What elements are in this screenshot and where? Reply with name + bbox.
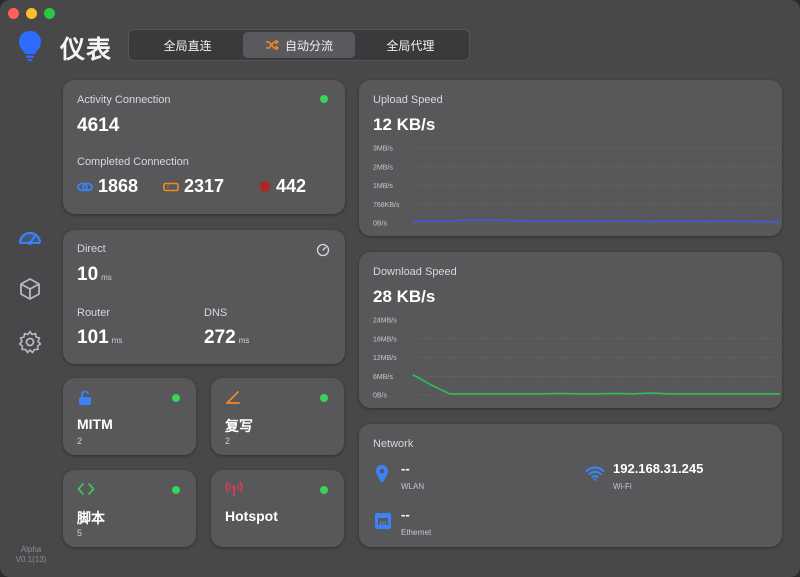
rewrite-status-dot — [320, 394, 328, 402]
wifi-label: Wi-Fi — [613, 482, 632, 491]
direct-value: 10 — [77, 264, 99, 285]
download-series-line — [412, 374, 780, 395]
app-window: Alpha V0.1(13) 仪表 全局直连 自动分流 全局代理 Activit… — [0, 0, 800, 577]
pen-icon — [226, 391, 240, 404]
router-value: 101 — [77, 327, 109, 348]
hotspot-title: Hotspot — [225, 508, 278, 524]
shield-icon — [260, 180, 270, 193]
direct-label: Direct — [77, 243, 106, 255]
upload-card[interactable]: Upload Speed 12 KB/s 3MB/s 2MB/s 1MB/s 768K… — [359, 80, 782, 236]
dns-unit: ms — [238, 336, 250, 345]
mode-direct-button[interactable]: 全局直连 — [132, 32, 243, 58]
dashboard-icon[interactable] — [17, 223, 43, 249]
dns-value: 272 — [204, 327, 236, 348]
wifi-value: 192.168.31.245 — [613, 461, 704, 476]
upload-tick-label: 0B/s — [373, 221, 388, 228]
code-icon — [77, 483, 95, 495]
activity-status-dot — [320, 95, 328, 103]
script-tile[interactable]: 脚本 5 — [63, 470, 196, 547]
mode-direct-label: 全局直连 — [163, 38, 212, 53]
upload-series-line — [413, 219, 781, 223]
wifi-icon — [585, 466, 605, 481]
mitm-tile[interactable]: MITM 2 — [63, 378, 196, 455]
link-icon — [77, 182, 93, 191]
activity-title: Activity Connection — [77, 94, 171, 106]
completed-ticket-stat: 2317 — [163, 176, 224, 197]
rewrite-title: 复写 — [225, 418, 253, 434]
download-tick-label: 24MB/s — [373, 318, 397, 325]
completed-shield-stat: 442 — [259, 176, 306, 197]
rewrite-tile[interactable]: 复写 2 — [211, 378, 344, 455]
completed-shield-value: 442 — [276, 176, 307, 196]
network-card[interactable]: Network -- WLAN 192.168.31.245 Wi-Fi -- … — [359, 424, 782, 547]
app-logo-icon — [19, 31, 41, 61]
download-chart: 24MB/s 18MB/s 12MB/s 6MB/s 0B/s — [373, 318, 780, 400]
direct-value-group: 10 ms — [77, 264, 112, 286]
upload-tick-label: 2MB/s — [373, 164, 393, 171]
hotspot-tile[interactable]: Hotspot — [211, 470, 344, 547]
version-channel: Alpha — [20, 545, 42, 554]
rewrite-count: 2 — [225, 436, 231, 446]
app-version: Alpha V0.1(13) — [0, 545, 62, 565]
page-title: 仪表 — [60, 36, 113, 64]
download-tick-label: 6MB/s — [373, 374, 393, 381]
hotspot-status-dot — [320, 486, 328, 494]
dns-label: DNS — [204, 307, 228, 319]
ethernet-label: Ethernet — [401, 528, 432, 537]
gear-icon[interactable] — [17, 329, 43, 355]
activity-card[interactable]: Activity Connection 4614 Completed Conne… — [63, 80, 345, 214]
mode-rule-label: 自动分流 — [284, 38, 333, 53]
download-tick-label: 12MB/s — [373, 355, 397, 362]
speedometer-icon[interactable] — [316, 243, 330, 257]
mitm-title: MITM — [77, 416, 113, 432]
dns-value-group: 272 ms — [204, 327, 249, 349]
antenna-icon — [225, 481, 243, 496]
upload-chart: 3MB/s 2MB/s 1MB/s 768KB/s 0B/s — [373, 146, 781, 228]
completed-title: Completed Connection — [77, 156, 189, 168]
mode-rule-button[interactable]: 自动分流 — [243, 32, 355, 58]
completed-link-value: 1868 — [98, 176, 139, 196]
location-pin-icon — [376, 465, 388, 483]
mitm-count: 2 — [77, 436, 83, 446]
mode-global-button[interactable]: 全局代理 — [355, 32, 466, 58]
ticket-icon — [163, 182, 179, 191]
box-icon[interactable] — [17, 276, 43, 302]
download-card[interactable]: Download Speed 28 KB/s 24MB/s 18MB/s 12MB/… — [359, 252, 782, 408]
mode-selector: 全局直连 自动分流 全局代理 — [128, 29, 470, 61]
lock-open-icon — [79, 390, 91, 405]
download-tick-label: 18MB/s — [373, 336, 397, 343]
download-tick-label: 0B/s — [373, 393, 388, 400]
activity-value: 4614 — [77, 115, 120, 136]
version-number: V0.1(13) — [15, 555, 47, 564]
script-status-dot — [172, 486, 180, 494]
wlan-value: -- — [401, 461, 410, 476]
router-unit: ms — [111, 336, 123, 345]
direct-unit: ms — [101, 273, 112, 282]
shuffle-icon — [265, 39, 279, 51]
wlan-label: WLAN — [401, 482, 425, 491]
ethernet-icon — [375, 513, 391, 529]
completed-link-stat: 1868 — [77, 176, 138, 197]
mitm-status-dot — [172, 394, 180, 402]
script-count: 5 — [77, 528, 83, 538]
script-title: 脚本 — [77, 510, 105, 526]
network-title: Network — [373, 438, 414, 450]
upload-tick-label: 1MB/s — [373, 183, 393, 190]
latency-card[interactable]: Direct 10 ms Router 101 ms DNS 272 ms — [63, 230, 345, 364]
upload-tick-label: 3MB/s — [373, 146, 393, 153]
upload-tick-label: 768KB/s — [373, 202, 400, 209]
mode-global-label: 全局代理 — [386, 38, 435, 53]
router-label: Router — [77, 307, 111, 319]
ethernet-value: -- — [401, 507, 410, 522]
sidebar: Alpha V0.1(13) — [0, 0, 62, 577]
router-value-group: 101 ms — [77, 327, 122, 349]
completed-ticket-value: 2317 — [184, 176, 225, 196]
